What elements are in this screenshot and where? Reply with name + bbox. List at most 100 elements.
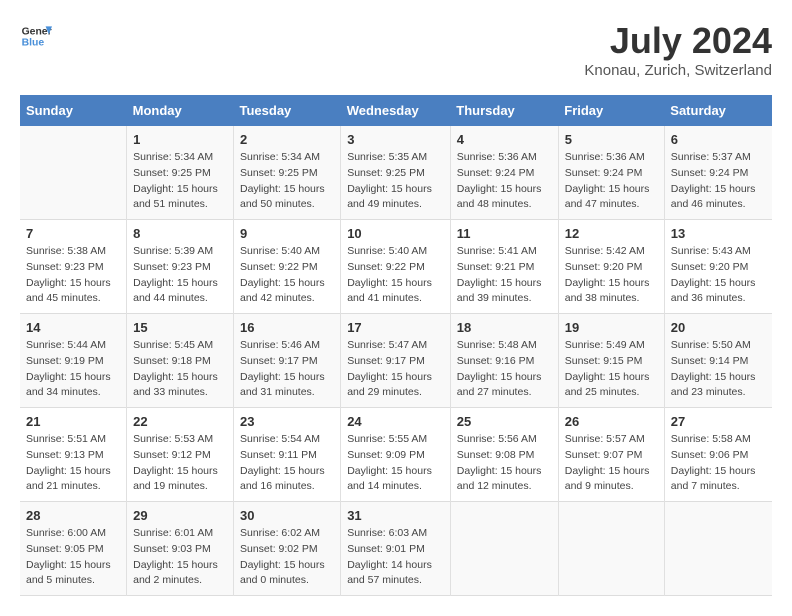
week-row-2: 7 Sunrise: 5:38 AMSunset: 9:23 PMDaylight… xyxy=(20,220,772,314)
day-cell: 23 Sunrise: 5:54 AMSunset: 9:11 PMDayligh… xyxy=(234,408,341,502)
day-cell: 24 Sunrise: 5:55 AMSunset: 9:09 PMDayligh… xyxy=(341,408,451,502)
day-number: 12 xyxy=(565,226,658,241)
logo-icon: General Blue xyxy=(20,20,52,52)
day-info: Sunrise: 5:43 AMSunset: 9:20 PMDaylight:… xyxy=(671,245,756,304)
day-info: Sunrise: 6:00 AMSunset: 9:05 PMDaylight:… xyxy=(26,527,111,586)
weekday-header-sunday: Sunday xyxy=(20,95,127,126)
day-cell: 22Sunrise: 5:53 AMSunset: 9:12 PMDayligh… xyxy=(127,408,234,502)
day-info: Sunrise: 6:01 AMSunset: 9:03 PMDaylight:… xyxy=(133,527,218,586)
day-number: 9 xyxy=(240,226,334,241)
day-number: 8 xyxy=(133,226,227,241)
day-number: 21 xyxy=(26,414,120,429)
day-cell: 3Sunrise: 5:35 AMSunset: 9:25 PMDaylight… xyxy=(341,126,451,220)
day-cell: 1Sunrise: 5:34 AMSunset: 9:25 PMDaylight… xyxy=(127,126,234,220)
day-cell: 26 Sunrise: 5:57 AMSunset: 9:07 PMDayligh… xyxy=(558,408,664,502)
day-info: Sunrise: 5:54 AMSunset: 9:11 PMDaylight:… xyxy=(240,433,325,492)
day-number: 23 xyxy=(240,414,334,429)
day-number: 30 xyxy=(240,508,334,523)
day-info: Sunrise: 5:37 AMSunset: 9:24 PMDaylight:… xyxy=(671,151,756,210)
day-number: 31 xyxy=(347,508,444,523)
day-info: Sunrise: 5:36 AMSunset: 9:24 PMDaylight:… xyxy=(565,151,650,210)
day-cell xyxy=(20,126,127,220)
day-number: 7 xyxy=(26,226,120,241)
day-number: 19 xyxy=(565,320,658,335)
day-number: 25 xyxy=(457,414,552,429)
week-row-4: 21 Sunrise: 5:51 AMSunset: 9:13 PMDayligh… xyxy=(20,408,772,502)
day-cell: 21 Sunrise: 5:51 AMSunset: 9:13 PMDayligh… xyxy=(20,408,127,502)
day-cell: 2 Sunrise: 5:34 AMSunset: 9:25 PMDaylight… xyxy=(234,126,341,220)
day-cell: 6 Sunrise: 5:37 AMSunset: 9:24 PMDaylight… xyxy=(664,126,772,220)
day-cell: 5 Sunrise: 5:36 AMSunset: 9:24 PMDaylight… xyxy=(558,126,664,220)
day-info: Sunrise: 5:53 AMSunset: 9:12 PMDaylight:… xyxy=(133,433,218,492)
day-info: Sunrise: 5:40 AMSunset: 9:22 PMDaylight:… xyxy=(347,245,432,304)
day-info: Sunrise: 5:50 AMSunset: 9:14 PMDaylight:… xyxy=(671,339,756,398)
day-cell: 15 Sunrise: 5:45 AMSunset: 9:18 PMDayligh… xyxy=(127,314,234,408)
day-number: 20 xyxy=(671,320,766,335)
day-info: Sunrise: 5:51 AMSunset: 9:13 PMDaylight:… xyxy=(26,433,111,492)
day-number: 28 xyxy=(26,508,120,523)
day-number: 5 xyxy=(565,132,658,147)
day-cell: 14Sunrise: 5:44 AMSunset: 9:19 PMDayligh… xyxy=(20,314,127,408)
calendar-table: SundayMondayTuesdayWednesdayThursdayFrid… xyxy=(20,95,772,596)
day-info: Sunrise: 5:40 AMSunset: 9:22 PMDaylight:… xyxy=(240,245,325,304)
day-cell: 18Sunrise: 5:48 AMSunset: 9:16 PMDayligh… xyxy=(450,314,558,408)
day-number: 4 xyxy=(457,132,552,147)
day-number: 1 xyxy=(133,132,227,147)
day-info: Sunrise: 5:34 AMSunset: 9:25 PMDaylight:… xyxy=(240,151,325,210)
day-cell: 25 Sunrise: 5:56 AMSunset: 9:08 PMDayligh… xyxy=(450,408,558,502)
week-row-3: 14Sunrise: 5:44 AMSunset: 9:19 PMDayligh… xyxy=(20,314,772,408)
day-cell: 17Sunrise: 5:47 AMSunset: 9:17 PMDayligh… xyxy=(341,314,451,408)
week-row-5: 28 Sunrise: 6:00 AMSunset: 9:05 PMDayligh… xyxy=(20,502,772,596)
day-number: 6 xyxy=(671,132,766,147)
day-number: 27 xyxy=(671,414,766,429)
day-cell xyxy=(450,502,558,596)
weekday-header-row: SundayMondayTuesdayWednesdayThursdayFrid… xyxy=(20,95,772,126)
day-cell: 13 Sunrise: 5:43 AMSunset: 9:20 PMDayligh… xyxy=(664,220,772,314)
day-info: Sunrise: 5:48 AMSunset: 9:16 PMDaylight:… xyxy=(457,339,542,398)
day-cell: 31 Sunrise: 6:03 AMSunset: 9:01 PMDayligh… xyxy=(341,502,451,596)
day-number: 13 xyxy=(671,226,766,241)
day-info: Sunrise: 5:58 AMSunset: 9:06 PMDaylight:… xyxy=(671,433,756,492)
day-info: Sunrise: 5:49 AMSunset: 9:15 PMDaylight:… xyxy=(565,339,650,398)
weekday-header-monday: Monday xyxy=(127,95,234,126)
day-number: 15 xyxy=(133,320,227,335)
day-info: Sunrise: 6:03 AMSunset: 9:01 PMDaylight:… xyxy=(347,527,432,586)
day-cell: 4Sunrise: 5:36 AMSunset: 9:24 PMDaylight… xyxy=(450,126,558,220)
day-cell: 7 Sunrise: 5:38 AMSunset: 9:23 PMDaylight… xyxy=(20,220,127,314)
day-cell: 12 Sunrise: 5:42 AMSunset: 9:20 PMDayligh… xyxy=(558,220,664,314)
day-cell xyxy=(558,502,664,596)
day-cell: 19 Sunrise: 5:49 AMSunset: 9:15 PMDayligh… xyxy=(558,314,664,408)
day-info: Sunrise: 5:47 AMSunset: 9:17 PMDaylight:… xyxy=(347,339,432,398)
day-number: 29 xyxy=(133,508,227,523)
day-cell: 8Sunrise: 5:39 AMSunset: 9:23 PMDaylight… xyxy=(127,220,234,314)
weekday-header-friday: Friday xyxy=(558,95,664,126)
day-info: Sunrise: 5:42 AMSunset: 9:20 PMDaylight:… xyxy=(565,245,650,304)
day-number: 14 xyxy=(26,320,120,335)
day-info: Sunrise: 5:38 AMSunset: 9:23 PMDaylight:… xyxy=(26,245,111,304)
day-cell: 20 Sunrise: 5:50 AMSunset: 9:14 PMDayligh… xyxy=(664,314,772,408)
day-number: 16 xyxy=(240,320,334,335)
day-number: 2 xyxy=(240,132,334,147)
day-number: 24 xyxy=(347,414,444,429)
day-number: 11 xyxy=(457,226,552,241)
day-number: 3 xyxy=(347,132,444,147)
page-header: General Blue July 2024 Knonau, Zurich, S… xyxy=(20,20,772,79)
weekday-header-thursday: Thursday xyxy=(450,95,558,126)
day-info: Sunrise: 5:45 AMSunset: 9:18 PMDaylight:… xyxy=(133,339,218,398)
day-cell: 27 Sunrise: 5:58 AMSunset: 9:06 PMDayligh… xyxy=(664,408,772,502)
day-info: Sunrise: 5:55 AMSunset: 9:09 PMDaylight:… xyxy=(347,433,432,492)
day-cell: 28 Sunrise: 6:00 AMSunset: 9:05 PMDayligh… xyxy=(20,502,127,596)
day-number: 10 xyxy=(347,226,444,241)
logo: General Blue xyxy=(20,20,52,52)
day-cell: 10 Sunrise: 5:40 AMSunset: 9:22 PMDayligh… xyxy=(341,220,451,314)
day-info: Sunrise: 5:57 AMSunset: 9:07 PMDaylight:… xyxy=(565,433,650,492)
day-cell: 30 Sunrise: 6:02 AMSunset: 9:02 PMDayligh… xyxy=(234,502,341,596)
week-row-1: 1 Sunrise: 5:34 AMSunset: 9:25 PMDaylight… xyxy=(20,126,772,220)
day-info: Sunrise: 5:56 AMSunset: 9:08 PMDaylight:… xyxy=(457,433,542,492)
day-info: Sunrise: 5:41 AMSunset: 9:21 PMDaylight:… xyxy=(457,245,542,304)
day-cell: 11 Sunrise: 5:41 AMSunset: 9:21 PMDayligh… xyxy=(450,220,558,314)
day-cell xyxy=(664,502,772,596)
day-cell: 9 Sunrise: 5:40 AMSunset: 9:22 PMDaylight… xyxy=(234,220,341,314)
day-number: 26 xyxy=(565,414,658,429)
day-info: Sunrise: 6:02 AMSunset: 9:02 PMDaylight:… xyxy=(240,527,325,586)
